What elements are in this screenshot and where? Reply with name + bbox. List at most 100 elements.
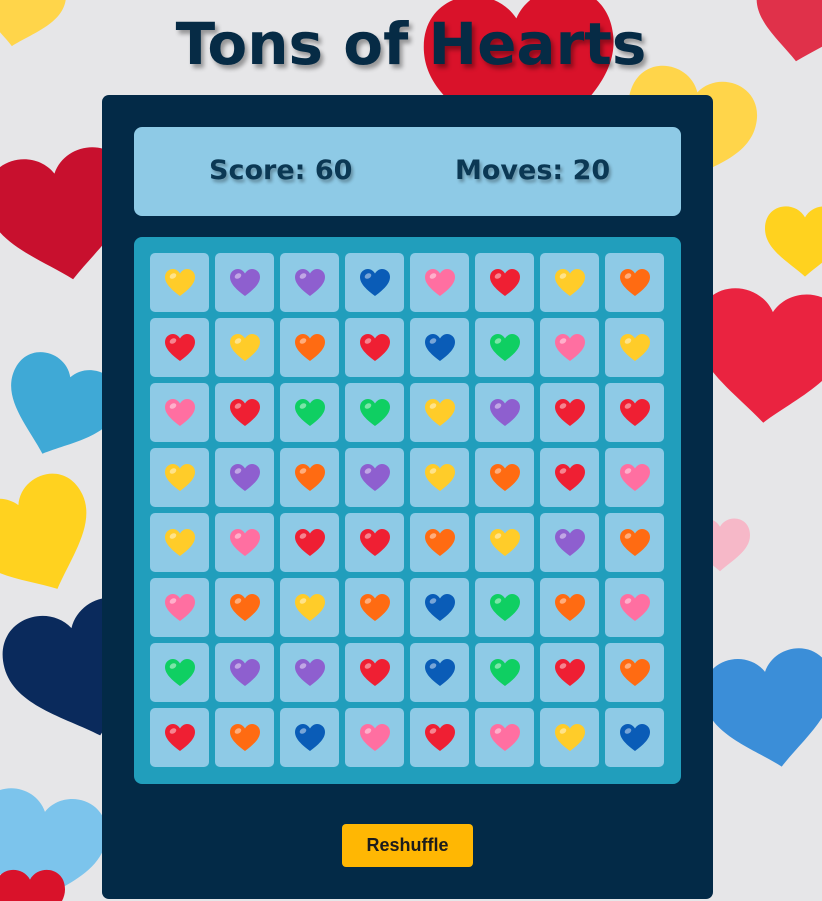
board-cell[interactable] [150,513,209,572]
board-cell[interactable] [215,643,274,702]
red-heart-icon [555,464,585,491]
orange-heart-icon [295,334,325,361]
board-cell[interactable] [280,318,339,377]
board-cell[interactable] [345,383,404,442]
board-cell[interactable] [215,448,274,507]
board-cell[interactable] [215,253,274,312]
board-cell[interactable] [345,448,404,507]
purple-heart-icon [555,529,585,556]
board-cell[interactable] [475,318,534,377]
board-cell[interactable] [215,318,274,377]
board-cell[interactable] [345,513,404,572]
yellow-heart-icon [165,269,195,296]
board-cell[interactable] [605,383,664,442]
pink-heart-icon [360,724,390,751]
pink-heart-icon [620,464,650,491]
purple-heart-icon [295,659,325,686]
yellow-heart-icon [295,594,325,621]
board-cell[interactable] [150,253,209,312]
board-cell[interactable] [345,643,404,702]
yellow-heart-icon [490,529,520,556]
board-cell[interactable] [345,578,404,637]
board-cell[interactable] [280,643,339,702]
blue-heart-icon [360,269,390,296]
board-cell[interactable] [605,318,664,377]
board-cell[interactable] [410,383,469,442]
board-cell[interactable] [215,578,274,637]
red-heart-icon [295,529,325,556]
board-cell[interactable] [280,383,339,442]
board-cell[interactable] [475,253,534,312]
board-cell[interactable] [605,448,664,507]
pink-heart-icon [490,724,520,751]
blue-heart-icon [425,334,455,361]
board-cell[interactable] [475,448,534,507]
board-cell[interactable] [150,448,209,507]
board-cell[interactable] [540,253,599,312]
board-cell[interactable] [475,513,534,572]
green-heart-icon [165,659,195,686]
orange-heart-icon [295,464,325,491]
board-cell[interactable] [410,643,469,702]
board-cell[interactable] [280,448,339,507]
board-cell[interactable] [280,253,339,312]
board-cell[interactable] [345,253,404,312]
board-cell[interactable] [540,318,599,377]
yellow-heart-icon [425,399,455,426]
board-cell[interactable] [150,708,209,767]
reshuffle-button[interactable]: Reshuffle [342,824,473,867]
board-cell[interactable] [215,513,274,572]
board-cell[interactable] [605,643,664,702]
board-cell[interactable] [150,383,209,442]
board-cell[interactable] [540,578,599,637]
background-heart-icon [0,463,115,616]
blue-heart-icon [295,724,325,751]
board-cell[interactable] [280,578,339,637]
board-cell[interactable] [410,318,469,377]
board-cell[interactable] [410,578,469,637]
board-cell[interactable] [475,708,534,767]
board-cell[interactable] [605,253,664,312]
board-cell[interactable] [280,708,339,767]
orange-heart-icon [620,529,650,556]
board-cell[interactable] [475,643,534,702]
board-cell[interactable] [410,513,469,572]
yellow-heart-icon [425,464,455,491]
board-cell[interactable] [410,253,469,312]
board-cell[interactable] [150,578,209,637]
board-cell[interactable] [410,708,469,767]
purple-heart-icon [295,269,325,296]
blue-heart-icon [425,594,455,621]
board-cell[interactable] [215,708,274,767]
board-cell[interactable] [540,513,599,572]
board-cell[interactable] [410,448,469,507]
board-cell[interactable] [540,448,599,507]
board-cell[interactable] [150,643,209,702]
board-cell[interactable] [540,383,599,442]
yellow-heart-icon [165,529,195,556]
blue-heart-icon [425,659,455,686]
green-heart-icon [490,659,520,686]
orange-heart-icon [620,269,650,296]
board-cell[interactable] [345,708,404,767]
red-heart-icon [425,724,455,751]
board-cell[interactable] [475,383,534,442]
board-cell[interactable] [280,513,339,572]
board-cell[interactable] [540,708,599,767]
green-heart-icon [490,334,520,361]
board-cell[interactable] [150,318,209,377]
board-cell[interactable] [475,578,534,637]
blue-heart-icon [620,724,650,751]
pink-heart-icon [165,399,195,426]
purple-heart-icon [230,659,260,686]
yellow-heart-icon [620,334,650,361]
board-cell[interactable] [605,708,664,767]
green-heart-icon [295,399,325,426]
moves-display: Moves: 20 [455,155,611,186]
board-cell[interactable] [215,383,274,442]
board-cell[interactable] [345,318,404,377]
board-cell[interactable] [605,513,664,572]
orange-heart-icon [490,464,520,491]
board-cell[interactable] [605,578,664,637]
board-cell[interactable] [540,643,599,702]
